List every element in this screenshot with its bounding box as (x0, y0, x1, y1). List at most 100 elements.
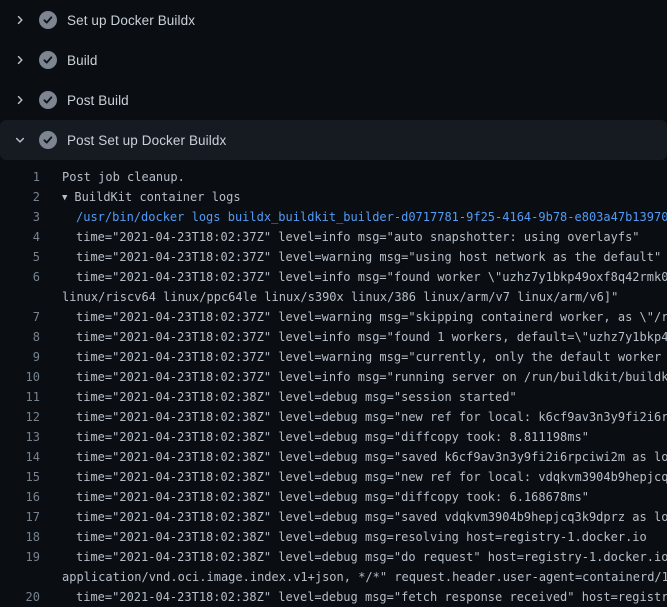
log-line: 10 time="2021-04-23T18:02:37Z" level=inf… (0, 367, 667, 387)
log-line-number[interactable]: 20 (0, 587, 40, 607)
log-line: 9 time="2021-04-23T18:02:37Z" level=warn… (0, 347, 667, 367)
log-line-text: time="2021-04-23T18:02:38Z" level=debug … (76, 527, 647, 547)
step-row-post-build[interactable]: Post Build (0, 80, 667, 120)
log-line-number[interactable]: 5 (0, 247, 40, 267)
log-line-text: ▼ BuildKit container logs (62, 187, 241, 207)
log-line: 17 time="2021-04-23T18:02:38Z" level=deb… (0, 507, 667, 527)
log-line: 15 time="2021-04-23T18:02:38Z" level=deb… (0, 467, 667, 487)
log-line-content: BuildKit container logs (74, 190, 240, 204)
log-line-number[interactable]: 15 (0, 467, 40, 487)
chevron-right-icon (12, 12, 28, 28)
log-line: 18 time="2021-04-23T18:02:38Z" level=deb… (0, 527, 667, 547)
log-line: linux/riscv64 linux/ppc64le linux/s390x … (0, 287, 667, 307)
log-line: 5 time="2021-04-23T18:02:37Z" level=warn… (0, 247, 667, 267)
log-line-number[interactable] (0, 287, 40, 307)
log-line-content: linux/riscv64 linux/ppc64le linux/s390x … (62, 290, 618, 304)
log-line-text: time="2021-04-23T18:02:37Z" level=info m… (76, 227, 640, 247)
log-line: 19 time="2021-04-23T18:02:38Z" level=deb… (0, 547, 667, 567)
step-label: Post Build (67, 93, 129, 108)
step-row-build[interactable]: Build (0, 40, 667, 80)
log-line-number[interactable]: 9 (0, 347, 40, 367)
log-line-number[interactable]: 12 (0, 407, 40, 427)
log-line-text: time="2021-04-23T18:02:38Z" level=debug … (76, 467, 667, 487)
log-line-text: time="2021-04-23T18:02:38Z" level=debug … (76, 407, 667, 427)
log-line-text: application/vnd.oci.image.index.v1+json,… (62, 567, 667, 587)
log-line-number[interactable]: 4 (0, 227, 40, 247)
log-line-content: time="2021-04-23T18:02:37Z" level=info m… (76, 330, 667, 344)
log-line-content: time="2021-04-23T18:02:37Z" level=warnin… (76, 310, 667, 324)
log-line-content: time="2021-04-23T18:02:38Z" level=debug … (76, 590, 667, 604)
log-viewer: 1 Post job cleanup. 2 ▼ BuildKit containe… (0, 160, 667, 607)
log-line-text: time="2021-04-23T18:02:38Z" level=debug … (76, 547, 667, 567)
log-line-number[interactable]: 19 (0, 547, 40, 567)
log-line: 3 /usr/bin/docker logs buildx_buildkit_b… (0, 207, 667, 227)
log-line: 16 time="2021-04-23T18:02:38Z" level=deb… (0, 487, 667, 507)
log-line: 12 time="2021-04-23T18:02:38Z" level=deb… (0, 407, 667, 427)
log-line-content: Post job cleanup. (62, 170, 185, 184)
log-line-content: time="2021-04-23T18:02:38Z" level=debug … (76, 530, 647, 544)
log-line-text: time="2021-04-23T18:02:37Z" level=info m… (76, 267, 667, 287)
log-line-number[interactable]: 2 (0, 187, 40, 207)
step-label: Build (67, 53, 98, 68)
log-line-text: time="2021-04-23T18:02:37Z" level=info m… (76, 327, 667, 347)
log-line-text: time="2021-04-23T18:02:37Z" level=warnin… (76, 247, 661, 267)
log-line-content: time="2021-04-23T18:02:38Z" level=debug … (76, 470, 667, 484)
log-line: 20 time="2021-04-23T18:02:38Z" level=deb… (0, 587, 667, 607)
log-line: application/vnd.oci.image.index.v1+json,… (0, 567, 667, 587)
log-line-number[interactable]: 11 (0, 387, 40, 407)
log-line: 1 Post job cleanup. (0, 167, 667, 187)
log-line-number[interactable]: 10 (0, 367, 40, 387)
log-line-content: time="2021-04-23T18:02:38Z" level=debug … (76, 410, 667, 424)
check-circle-icon (39, 51, 57, 69)
log-line-number[interactable]: 8 (0, 327, 40, 347)
log-line-text: time="2021-04-23T18:02:38Z" level=debug … (76, 427, 589, 447)
log-line-text: time="2021-04-23T18:02:38Z" level=debug … (76, 587, 667, 607)
log-line: 8 time="2021-04-23T18:02:37Z" level=info… (0, 327, 667, 347)
check-circle-icon (39, 91, 57, 109)
group-collapse-triangle-icon[interactable]: ▼ (62, 188, 67, 208)
log-line-text: time="2021-04-23T18:02:38Z" level=debug … (76, 447, 667, 467)
step-row-post-set-up-docker-buildx[interactable]: Post Set up Docker Buildx (0, 120, 667, 160)
log-line-text: time="2021-04-23T18:02:37Z" level=warnin… (76, 307, 667, 327)
log-line-number[interactable]: 17 (0, 507, 40, 527)
log-line-text: linux/riscv64 linux/ppc64le linux/s390x … (62, 287, 618, 307)
log-line: 6 time="2021-04-23T18:02:37Z" level=info… (0, 267, 667, 287)
log-line-number[interactable]: 6 (0, 267, 40, 287)
log-line[interactable]: 2 ▼ BuildKit container logs (0, 187, 667, 207)
log-line-content: time="2021-04-23T18:02:37Z" level=info m… (76, 370, 667, 384)
log-line-number[interactable]: 13 (0, 427, 40, 447)
step-row-set-up-docker-buildx[interactable]: Set up Docker Buildx (0, 0, 667, 40)
step-label: Set up Docker Buildx (67, 13, 195, 28)
log-line-number[interactable]: 3 (0, 207, 40, 227)
log-line-content: time="2021-04-23T18:02:38Z" level=debug … (76, 550, 667, 564)
log-line-text: time="2021-04-23T18:02:37Z" level=info m… (76, 367, 667, 387)
log-line-text: Post job cleanup. (62, 167, 185, 187)
log-line-content: application/vnd.oci.image.index.v1+json,… (62, 570, 667, 584)
check-circle-icon (39, 11, 57, 29)
log-line: 11 time="2021-04-23T18:02:38Z" level=deb… (0, 387, 667, 407)
chevron-down-icon (12, 132, 28, 148)
log-line-number[interactable]: 14 (0, 447, 40, 467)
log-line-content: time="2021-04-23T18:02:38Z" level=debug … (76, 390, 517, 404)
log-line: 7 time="2021-04-23T18:02:37Z" level=warn… (0, 307, 667, 327)
log-line-content: time="2021-04-23T18:02:37Z" level=info m… (76, 270, 667, 284)
log-line-content: time="2021-04-23T18:02:38Z" level=debug … (76, 510, 667, 524)
chevron-right-icon (12, 92, 28, 108)
log-line-text: time="2021-04-23T18:02:38Z" level=debug … (76, 487, 589, 507)
log-line-number[interactable]: 1 (0, 167, 40, 187)
log-line: 13 time="2021-04-23T18:02:38Z" level=deb… (0, 427, 667, 447)
log-line-number[interactable]: 7 (0, 307, 40, 327)
log-line-number[interactable]: 18 (0, 527, 40, 547)
log-line: 4 time="2021-04-23T18:02:37Z" level=info… (0, 227, 667, 247)
step-list: Set up Docker Buildx Build (0, 0, 667, 160)
log-line-text: time="2021-04-23T18:02:37Z" level=warnin… (76, 347, 667, 367)
log-line-content: time="2021-04-23T18:02:38Z" level=debug … (76, 450, 667, 464)
log-line-text: time="2021-04-23T18:02:38Z" level=debug … (76, 507, 667, 527)
chevron-right-icon (12, 52, 28, 68)
step-label: Post Set up Docker Buildx (67, 133, 226, 148)
check-circle-icon (39, 131, 57, 149)
log-line-number[interactable]: 16 (0, 487, 40, 507)
log-line-text: time="2021-04-23T18:02:38Z" level=debug … (76, 387, 517, 407)
log-line-number[interactable] (0, 567, 40, 587)
log-line-content: time="2021-04-23T18:02:38Z" level=debug … (76, 490, 589, 504)
